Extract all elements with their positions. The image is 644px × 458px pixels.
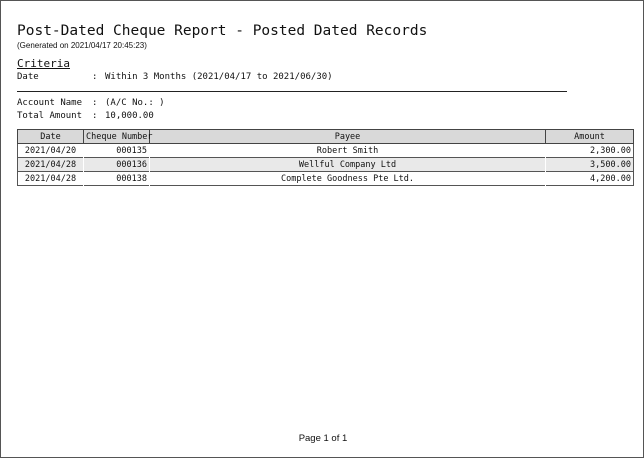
table-row: 2021/04/28 000136 Wellful Company Ltd 3,…: [17, 157, 634, 172]
cell-amount: 4,200.00: [545, 171, 634, 186]
total-amount-value: 10,000.00: [105, 111, 154, 121]
cell-amount: 3,500.00: [545, 157, 634, 172]
cell-cheque-number: 000138: [116, 173, 147, 184]
account-name-colon: :: [92, 98, 98, 108]
cell-cheque-number: 000136: [83, 157, 150, 172]
col-header-amount: Amount: [545, 129, 634, 144]
cell-amount: 2,300.00: [545, 143, 634, 158]
date-label: Date: [17, 72, 39, 82]
report-page: Post-Dated Cheque Report - Posted Dated …: [0, 0, 644, 458]
page-number: Page 1 of 1: [298, 433, 348, 444]
col-header-date: Date: [17, 129, 84, 144]
report-title: Post-Dated Cheque Report - Posted Dated …: [17, 23, 428, 39]
criteria-heading: Criteria: [17, 57, 70, 70]
date-colon: :: [92, 72, 98, 82]
cheque-table: Date Cheque Number Payee Amount 2021/04/…: [17, 129, 634, 186]
account-name-label: Account Name: [17, 98, 83, 108]
divider-line: [17, 91, 567, 92]
cell-date: 2021/04/28: [17, 157, 84, 172]
col-header-payee: Payee: [149, 129, 546, 144]
table-row: 2021/04/20 000135 Robert Smith 2,300.00: [17, 143, 634, 158]
generated-timestamp: (Generated on 2021/04/17 20:45:23): [17, 41, 147, 50]
cell-date: 2021/04/28: [17, 171, 84, 186]
cell-payee: Complete Goodness Pte Ltd.: [280, 173, 415, 184]
table-header-row: Date Cheque Number Payee Amount: [17, 129, 634, 144]
cell-date: 2021/04/20: [17, 143, 84, 158]
col-header-cheque-number: Cheque Number: [83, 129, 153, 144]
cell-cheque-number: 000135: [116, 145, 147, 156]
table-row: 2021/04/28 000138 Complete Goodness Pte …: [17, 171, 634, 186]
cell-payee: Robert Smith: [316, 145, 379, 156]
account-name-value: (A/C No.: ): [105, 98, 165, 108]
date-value: Within 3 Months (2021/04/17 to 2021/06/3…: [105, 72, 333, 82]
total-amount-label: Total Amount: [17, 111, 83, 121]
cell-payee: Wellful Company Ltd: [149, 157, 546, 172]
total-amount-colon: :: [92, 111, 98, 121]
